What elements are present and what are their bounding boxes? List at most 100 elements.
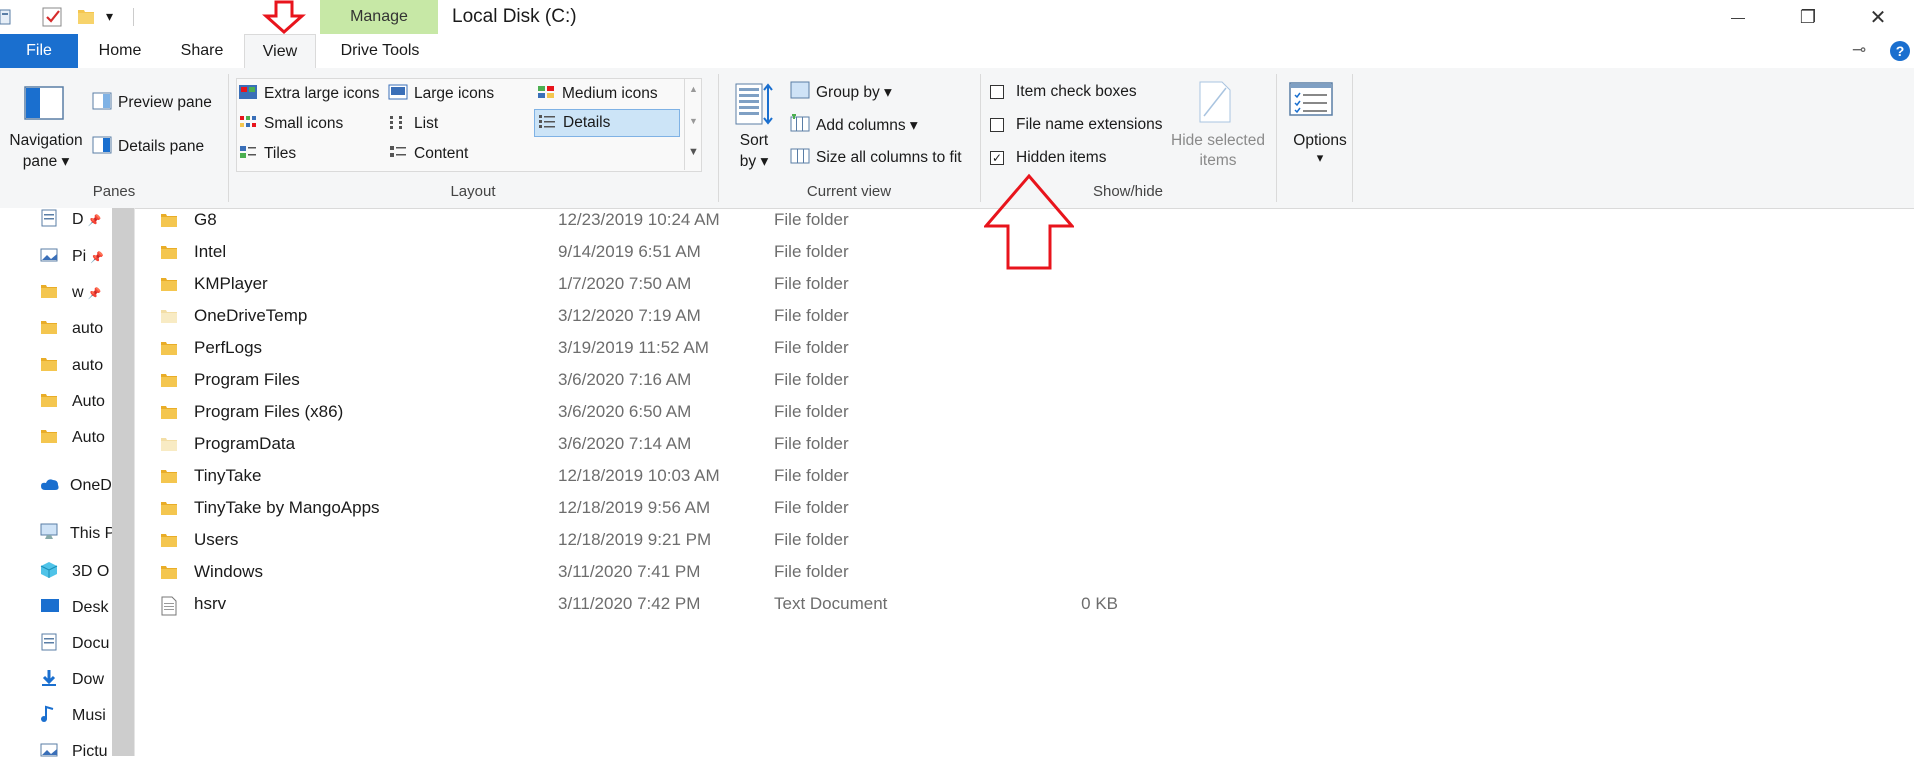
help-icon[interactable]: ? xyxy=(1890,41,1910,61)
qat-customize-icon[interactable]: ▾ xyxy=(106,8,113,25)
options-icon xyxy=(1289,82,1333,123)
options-dropdown-icon[interactable]: ▾ xyxy=(1280,150,1360,166)
file-row[interactable]: ProgramData 3/6/2020 7:14 AM File folder xyxy=(160,428,1060,460)
file-row[interactable]: KMPlayer 1/7/2020 7:50 AM File folder xyxy=(160,268,1060,300)
navigation-pane-button[interactable]: Navigation pane ▾ xyxy=(9,80,83,200)
sort-by-button[interactable]: Sort by ▾ xyxy=(728,80,780,180)
file-row[interactable]: Intel 9/14/2019 6:51 AM File folder xyxy=(160,236,1060,268)
nav-item[interactable]: auto xyxy=(40,348,112,384)
file-row[interactable]: Program Files 3/6/2020 7:16 AM File folder xyxy=(160,364,1060,396)
pin-ribbon-icon[interactable]: ⊸ xyxy=(1852,40,1866,60)
nav-item[interactable]: OneDr xyxy=(40,468,112,504)
file-date-modified: 12/23/2019 10:24 AM xyxy=(558,210,720,229)
minimize-button[interactable]: — xyxy=(1708,0,1768,34)
item-check-boxes-option[interactable]: Item check boxes xyxy=(990,78,1137,106)
group-by-button[interactable]: Group by ▾ xyxy=(790,78,892,106)
pane-splitter[interactable] xyxy=(134,208,135,756)
tab-manage[interactable]: Manage xyxy=(320,0,438,34)
folder-icon xyxy=(160,276,178,292)
properties-icon[interactable] xyxy=(0,6,14,28)
tiles-icon xyxy=(238,144,258,165)
scroll-up-icon[interactable]: ▲ xyxy=(689,84,698,94)
nav-item-label: Desk xyxy=(72,599,109,616)
checklist-icon[interactable] xyxy=(42,6,64,28)
qat-divider xyxy=(133,8,134,26)
item-check-boxes-checkbox[interactable] xyxy=(990,85,1004,99)
navigation-pane-scrollbar[interactable] xyxy=(112,208,134,756)
new-folder-icon[interactable] xyxy=(76,6,96,28)
nav-item[interactable]: Auto xyxy=(40,384,112,420)
nav-item[interactable]: D 📌 xyxy=(40,202,112,238)
nav-item-label: Docu xyxy=(72,635,110,652)
close-button[interactable]: ✕ xyxy=(1848,0,1908,34)
navigation-pane-label: Navigation xyxy=(9,132,83,149)
file-date-modified: 3/12/2020 7:19 AM xyxy=(558,306,701,325)
file-name: ProgramData xyxy=(194,434,296,453)
file-name: TinyTake by MangoApps xyxy=(194,498,380,517)
file-name: Windows xyxy=(194,562,263,581)
tab-drive-tools[interactable]: Drive Tools xyxy=(324,34,436,68)
restore-button[interactable]: ❐ xyxy=(1778,0,1838,34)
file-date-modified: 3/6/2020 6:50 AM xyxy=(558,402,692,421)
tab-view[interactable]: View xyxy=(244,34,316,69)
extra-large-icons-label: Extra large icons xyxy=(264,85,380,102)
picture-icon xyxy=(40,247,62,268)
download-icon xyxy=(40,669,62,692)
layout-large-icons[interactable]: Large icons xyxy=(388,80,494,108)
hidden-folder-icon xyxy=(160,436,178,452)
nav-item[interactable]: Dow xyxy=(40,662,112,698)
file-row[interactable]: TinyTake 12/18/2019 10:03 AM File folder xyxy=(160,460,1060,492)
nav-item[interactable]: This P xyxy=(40,516,112,552)
gallery-expand-icon[interactable]: ▼ xyxy=(688,146,699,158)
file-row[interactable]: G8 12/23/2019 10:24 AM File folder xyxy=(160,204,1060,236)
document-icon xyxy=(40,209,62,232)
nav-item[interactable]: auto xyxy=(40,311,112,347)
tab-share[interactable]: Share xyxy=(168,34,236,68)
nav-item[interactable]: w 📌 xyxy=(40,275,112,311)
layout-content[interactable]: Content xyxy=(388,140,468,168)
nav-item[interactable]: Docu xyxy=(40,626,112,662)
size-all-columns-button[interactable]: Size all columns to fit xyxy=(790,144,962,172)
nav-item[interactable]: Pictu xyxy=(40,734,112,770)
file-name-extensions-option[interactable]: File name extensions xyxy=(990,111,1162,139)
cube-icon xyxy=(40,561,62,584)
layout-extra-large-icons[interactable]: Extra large icons xyxy=(238,80,379,108)
folder-icon xyxy=(160,244,178,260)
desktop-icon xyxy=(40,598,62,619)
layout-small-icons[interactable]: Small icons xyxy=(238,110,343,138)
tab-file[interactable]: File xyxy=(0,34,78,68)
nav-item[interactable]: Musi xyxy=(40,698,112,734)
add-columns-button[interactable]: Add columns ▾ xyxy=(790,111,918,139)
scroll-down-icon[interactable]: ▼ xyxy=(689,116,698,126)
layout-medium-icons[interactable]: Medium icons xyxy=(536,80,658,108)
nav-item[interactable]: Pi 📌 xyxy=(40,239,112,275)
nav-item[interactable]: Desk xyxy=(40,590,112,626)
folder-icon xyxy=(160,500,178,516)
layout-tiles[interactable]: Tiles xyxy=(238,140,296,168)
hidden-items-option[interactable]: ✓ Hidden items xyxy=(990,144,1106,172)
file-name-extensions-checkbox[interactable] xyxy=(990,118,1004,132)
file-name: Program Files xyxy=(194,370,300,389)
nav-item[interactable]: 3D O xyxy=(40,554,112,590)
hidden-items-checkbox[interactable]: ✓ xyxy=(990,151,1004,165)
pin-icon: 📌 xyxy=(87,214,102,227)
layout-gallery-scroll[interactable]: ▲ ▼ ▼ xyxy=(684,78,701,170)
file-date-modified: 12/18/2019 9:56 AM xyxy=(558,498,711,517)
file-type: File folder xyxy=(774,466,849,485)
file-row[interactable]: PerfLogs 3/19/2019 11:52 AM File folder xyxy=(160,332,1060,364)
tab-home[interactable]: Home xyxy=(88,34,152,68)
options-button[interactable]: Options ▾ xyxy=(1280,80,1360,180)
file-row[interactable]: hsrv 3/11/2020 7:42 PM Text Document 0 KB xyxy=(160,588,1118,620)
file-row[interactable]: Users 12/18/2019 9:21 PM File folder xyxy=(160,524,1060,556)
file-row[interactable]: Windows 3/11/2020 7:41 PM File folder xyxy=(160,556,1060,588)
layout-details[interactable]: Details xyxy=(534,109,680,137)
hide-selected-items-button[interactable]: Hide selected items xyxy=(1168,80,1268,180)
file-row[interactable]: Program Files (x86) 3/6/2020 6:50 AM File … xyxy=(160,396,1060,428)
navigation-pane-icon xyxy=(24,86,64,125)
details-pane-button[interactable]: Details pane xyxy=(92,133,204,161)
layout-list[interactable]: List xyxy=(388,110,438,138)
nav-item[interactable]: Auto xyxy=(40,420,112,456)
file-row[interactable]: TinyTake by MangoApps 12/18/2019 9:56 AM F… xyxy=(160,492,1060,524)
preview-pane-button[interactable]: Preview pane xyxy=(92,89,212,117)
file-row[interactable]: OneDriveTemp 3/12/2020 7:19 AM File folder xyxy=(160,300,1060,332)
